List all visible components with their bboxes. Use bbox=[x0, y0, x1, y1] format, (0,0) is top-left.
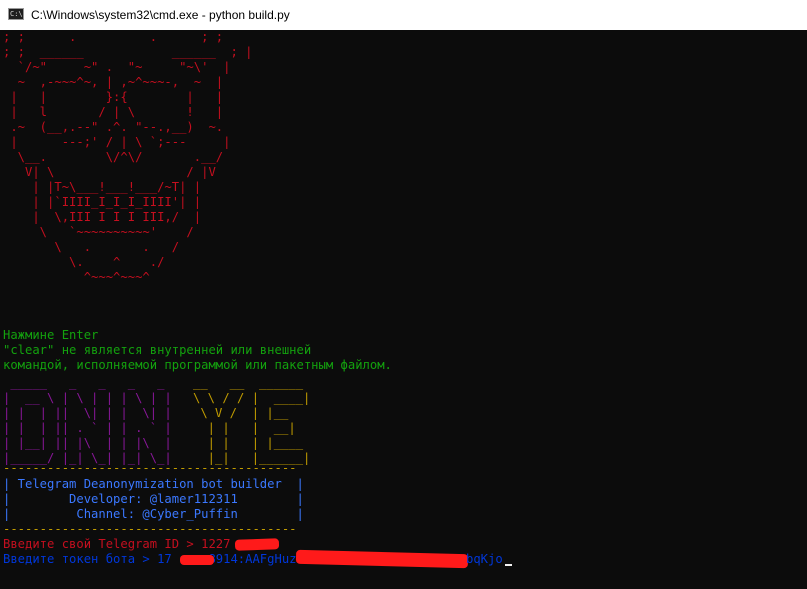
skull-line: \ `~~~~~~~~~~' / bbox=[3, 225, 194, 239]
skull-line: `/~" ~" . "~ "~\' | bbox=[3, 60, 231, 74]
skull-line: \. ^ ./ bbox=[3, 255, 165, 269]
skull-line: ~ ,-~~~^~, | ,~^~~~-, ~ | bbox=[3, 75, 224, 89]
skull-line: \ . . / bbox=[3, 240, 180, 254]
logo-right-line: \ V / | |__ bbox=[193, 406, 289, 420]
terminal-output[interactable]: ; ; . . ; ; ; ; ______ ______ ; | `/~" ~… bbox=[0, 30, 807, 589]
skull-line: .~ (__,.--" .^. "--.,__) ~. bbox=[3, 120, 224, 134]
logo-left-line: | |__| || |\ | | |\ | bbox=[3, 436, 172, 450]
cmd-icon-text: C:\ bbox=[10, 10, 23, 18]
clear-error-line-2: командой, исполняемой программой или пак… bbox=[3, 358, 392, 372]
skull-line: V| \ / |V bbox=[3, 165, 216, 179]
logo-left-line: | | | || . ` | | . ` | bbox=[3, 421, 172, 435]
banner-channel: | Channel: @Cyber_Puffin | bbox=[3, 507, 304, 521]
press-enter-message: Нажмине Enter bbox=[3, 328, 99, 342]
logo-right-line: \ \ / / | ____| bbox=[193, 391, 311, 405]
logo-left-line: _____ _ _ _ _ bbox=[3, 376, 165, 390]
logo-right-line: __ __ ______ bbox=[193, 376, 304, 390]
redaction-mark bbox=[180, 555, 214, 565]
banner-border-top: ---------------------------------------- bbox=[3, 461, 297, 475]
redaction-mark bbox=[234, 538, 280, 551]
redaction-mark bbox=[295, 549, 469, 569]
skull-line: \__. \/^\/ .__/ bbox=[3, 150, 224, 164]
window-titlebar[interactable]: C:\ C:\Windows\system32\cmd.exe - python… bbox=[0, 0, 807, 31]
banner-title: | Telegram Deanonymization bot builder | bbox=[3, 477, 304, 491]
skull-line: | | }:{ | | bbox=[3, 90, 224, 104]
logo-right-line: | | | __| bbox=[193, 421, 296, 435]
logo-left-line: | | | || \| | | \| | bbox=[3, 406, 172, 420]
logo-left-line: | __ \ | \ | | | \ | | bbox=[3, 391, 172, 405]
cmd-icon: C:\ bbox=[8, 8, 24, 20]
bot-token-suffix: bqKjo bbox=[466, 552, 503, 566]
skull-line: | \,III I I I III,/ | bbox=[3, 210, 202, 224]
bot-token-prompt: Введите токен бота > 17 8914:AAFgHuz bbox=[3, 552, 297, 566]
skull-line: ; ; ______ ______ ; | bbox=[3, 45, 253, 59]
skull-line: | ---;' / | \ `;--- | bbox=[3, 135, 231, 149]
skull-line: ^~~~^~~~^ bbox=[3, 270, 150, 284]
skull-line: | |`IIII_I_I_I_IIII'| | bbox=[3, 195, 202, 209]
text-cursor[interactable] bbox=[505, 564, 512, 566]
telegram-id-prompt: Введите свой Telegram ID > 1227 bbox=[3, 537, 231, 551]
banner-developer: | Developer: @lamer112311 | bbox=[3, 492, 304, 506]
banner-border-bottom: ---------------------------------------- bbox=[3, 522, 297, 536]
clear-error-line-1: "clear" не является внутренней или внешн… bbox=[3, 343, 312, 357]
skull-line: | |T~\___!___!___/~T| | bbox=[3, 180, 202, 194]
window-title: C:\Windows\system32\cmd.exe - python bui… bbox=[31, 8, 290, 22]
skull-line: ; ; . . ; ; bbox=[3, 30, 224, 44]
logo-right-line: | | | |____ bbox=[193, 436, 304, 450]
skull-line: | l / | \ ! | bbox=[3, 105, 224, 119]
